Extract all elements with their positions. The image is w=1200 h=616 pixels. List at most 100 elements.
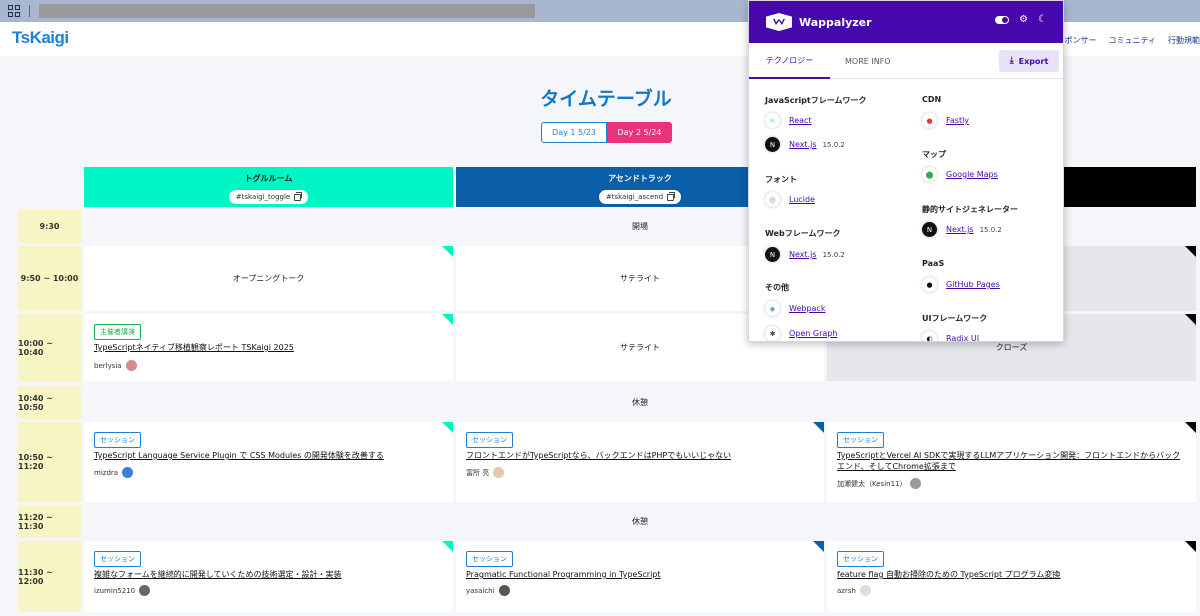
session-card[interactable]: セッション feature flag 自動お掃除のための TypeScript …	[827, 541, 1196, 612]
session-badge: セッション	[466, 551, 513, 567]
session-card[interactable]: セッション Pragmatic Functional Programming i…	[456, 541, 824, 612]
track-name: トグルルーム	[244, 174, 293, 183]
session-badge: 主催者講演	[94, 324, 141, 340]
session-badge: セッション	[94, 432, 141, 448]
download-icon: ⤓	[1009, 56, 1014, 66]
speaker-name: 富所 亮	[466, 468, 490, 477]
track-tag-copy[interactable]: #tskaigi_ascend	[598, 190, 682, 204]
track-tag-copy[interactable]: #tskaigi_toggle	[228, 190, 309, 204]
tech-item[interactable]: N Next.js 15.0.2	[922, 222, 1002, 237]
tech-name[interactable]: Open Graph	[789, 329, 837, 338]
session-card[interactable]: セッション TypeScriptとVercel AI SDKで実現するLLMアプ…	[827, 422, 1196, 502]
tech-name[interactable]: Next.js	[946, 225, 974, 234]
day-tabs: Day 1 5/23 Day 2 5/24	[541, 122, 672, 143]
google-maps-icon: ⬤	[922, 167, 937, 182]
tech-item[interactable]: ⚛ React	[765, 113, 812, 128]
nextjs-icon: N	[765, 247, 780, 262]
speaker-name: yasaichi	[466, 586, 495, 595]
tech-name[interactable]: Lucide	[789, 195, 815, 204]
speaker-avatar	[122, 467, 134, 478]
session-title[interactable]: Pragmatic Functional Programming in Type…	[466, 569, 814, 580]
time-slot: 10:40 ~ 10:50	[18, 386, 81, 419]
site-nav: スポンサー コミュニティ 行動規範	[1056, 35, 1200, 46]
wappalyzer-header: Wappalyzer ⚙ ☾	[749, 1, 1063, 43]
track-corner-marker	[1185, 314, 1196, 325]
speaker: yasaichi	[466, 585, 510, 596]
webpack-icon: ◆	[765, 301, 780, 316]
time-slot: 9:30	[18, 209, 81, 243]
toolbar-divider	[29, 5, 30, 17]
gear-icon[interactable]: ⚙	[1019, 15, 1028, 25]
tech-item[interactable]: ● GitHub Pages	[922, 277, 1000, 292]
tech-item[interactable]: ◎ Lucide	[765, 192, 815, 207]
session-title[interactable]: フロントエンドがTypeScriptなら、バックエンドはPHPでもいいじゃない	[466, 450, 814, 461]
tech-item[interactable]: ● Fastly	[922, 113, 969, 128]
time-slot: 10:50 ~ 11:20	[18, 422, 81, 502]
track-corner-marker	[813, 541, 824, 552]
span-row-break: 休憩	[84, 505, 1196, 538]
address-bar[interactable]	[39, 4, 535, 18]
tech-name[interactable]: Google Maps	[946, 170, 998, 179]
session-card[interactable]: セッション フロントエンドがTypeScriptなら、バックエンドはPHPでもい…	[456, 422, 824, 502]
category-heading: フォント	[765, 175, 797, 184]
speaker-name: berlysia	[94, 361, 122, 370]
session-cell[interactable]: オープニングトーク	[84, 246, 453, 311]
tech-item[interactable]: N Next.js 15.0.2	[765, 137, 845, 152]
speaker-name: azrsh	[837, 586, 856, 595]
nav-item-community[interactable]: コミュニティ	[1108, 35, 1156, 46]
track-tag: #tskaigi_toggle	[235, 193, 291, 201]
export-label: Export	[1018, 56, 1049, 66]
tech-name[interactable]: Next.js	[789, 140, 817, 149]
session-title[interactable]: TypeScript Language Service Plugin で CSS…	[94, 450, 443, 461]
category-heading: CDN	[922, 95, 942, 104]
tab-day-1[interactable]: Day 1 5/23	[541, 122, 607, 143]
nextjs-icon: N	[765, 137, 780, 152]
tech-name[interactable]: Webpack	[789, 304, 825, 313]
wappalyzer-title: Wappalyzer	[799, 15, 872, 29]
tech-name[interactable]: GitHub Pages	[946, 280, 1000, 289]
speaker: berlysia	[94, 360, 137, 371]
tech-name[interactable]: Fastly	[946, 116, 969, 125]
tech-name[interactable]: React	[789, 116, 812, 125]
speaker-avatar	[498, 585, 510, 596]
session-title[interactable]: feature flag 自動お掃除のための TypeScript プログラム変…	[837, 569, 1186, 580]
nav-item-code-of-conduct[interactable]: 行動規範	[1168, 35, 1200, 46]
session-title[interactable]: TypeScriptネイティブ移植観察レポート TSKaigi 2025	[94, 342, 443, 353]
toggle-icon[interactable]	[995, 16, 1010, 24]
speaker: 加瀬健太（Kesin11）	[837, 478, 922, 489]
time-slot: 10:00 ~ 10:40	[18, 314, 81, 381]
session-label: オープニングトーク	[232, 274, 305, 283]
tab-more-info[interactable]: MORE INFO	[845, 43, 891, 79]
wappalyzer-logo-icon	[766, 13, 792, 31]
react-icon: ⚛	[765, 113, 780, 128]
site-logo[interactable]: TsKaigi	[12, 28, 69, 48]
tech-item[interactable]: ✱ Open Graph	[765, 326, 837, 341]
tech-name[interactable]: Radix UI	[946, 334, 979, 341]
track-corner-marker	[1185, 246, 1196, 257]
session-badge: セッション	[466, 432, 513, 448]
moon-icon[interactable]: ☾	[1038, 15, 1047, 25]
tech-item[interactable]: ◆ Webpack	[765, 301, 825, 316]
session-title[interactable]: 複雑なフォームを継続的に開発していくための技術選定・設計・実装	[94, 569, 443, 580]
tech-item[interactable]: ⬤ Google Maps	[922, 167, 998, 182]
session-badge: セッション	[94, 551, 141, 567]
speaker-avatar	[139, 585, 151, 596]
tab-day-2[interactable]: Day 2 5/24	[607, 122, 672, 143]
session-card[interactable]: 主催者講演 TypeScriptネイティブ移植観察レポート TSKaigi 20…	[84, 314, 453, 381]
tech-item[interactable]: N Next.js 15.0.2	[765, 247, 845, 262]
tech-item[interactable]: ◐ Radix UI	[922, 331, 979, 341]
speaker: mizdra	[94, 467, 134, 478]
session-title[interactable]: TypeScriptとVercel AI SDKで実現するLLMアプリケーション…	[837, 450, 1186, 472]
tab-technologies[interactable]: テクノロジー	[749, 43, 830, 79]
technology-list: JavaScriptフレームワーク ⚛ React N Next.js 15.0.2 …	[749, 80, 1063, 341]
track-corner-marker	[442, 246, 453, 257]
track-corner-marker	[1185, 422, 1196, 433]
export-button[interactable]: ⤓ Export	[999, 50, 1059, 72]
tech-name[interactable]: Next.js	[789, 250, 817, 259]
session-card[interactable]: セッション 複雑なフォームを継続的に開発していくための技術選定・設計・実装 iz…	[84, 541, 453, 612]
session-card[interactable]: セッション TypeScript Language Service Plugin…	[84, 422, 453, 502]
open-graph-icon: ✱	[765, 326, 780, 341]
category-heading: Webフレームワーク	[765, 229, 841, 238]
session-badge: セッション	[837, 551, 884, 567]
apps-grid-icon[interactable]	[8, 5, 20, 17]
